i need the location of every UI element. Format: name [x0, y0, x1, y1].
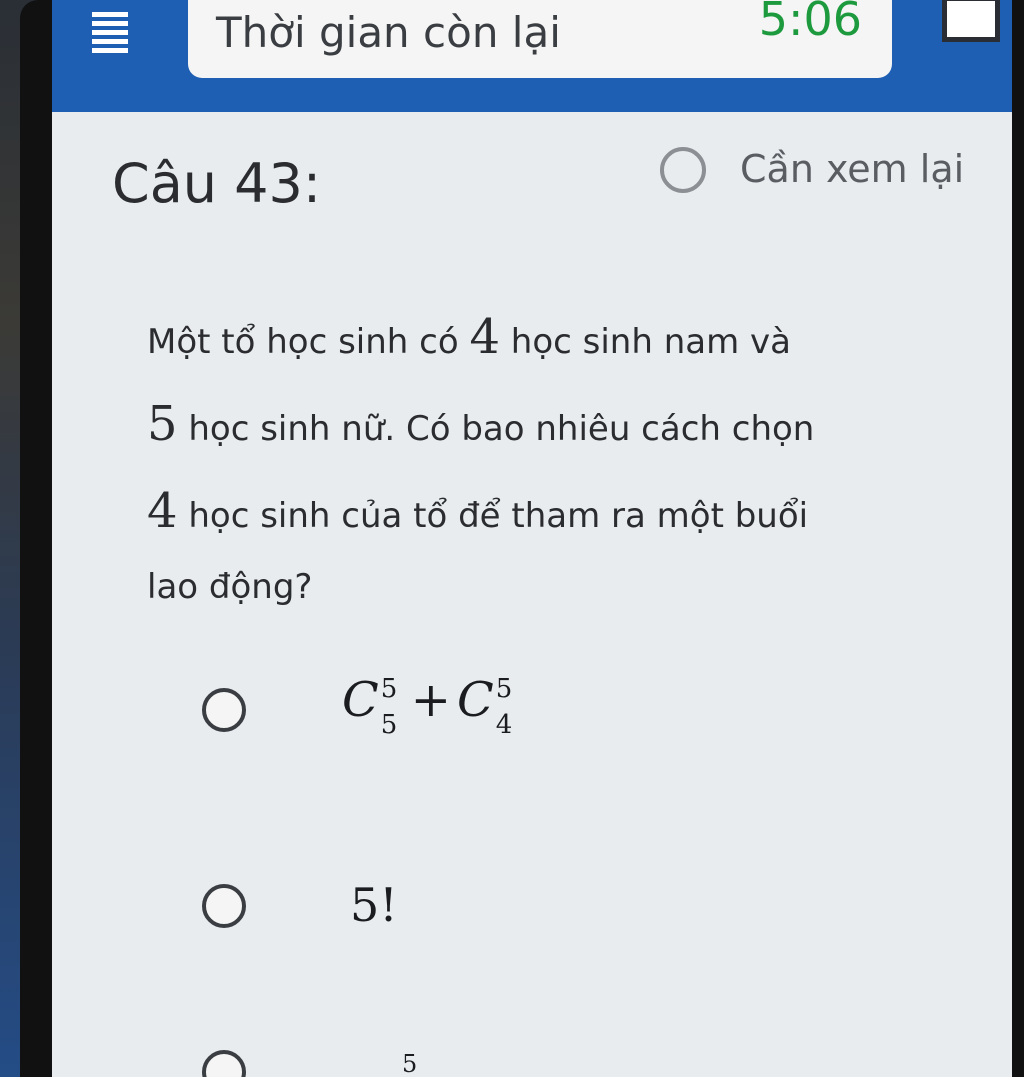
option-1-c2-sub: 4: [495, 709, 513, 740]
option-1-c1-sup: 5: [380, 673, 398, 704]
question-text-part4: học sinh của tổ để tham ra một buổi: [177, 496, 809, 536]
review-label: Cần xem lại: [740, 147, 965, 191]
timer-box: Thời gian còn lại 5:06: [188, 0, 892, 78]
option-1-c1: C: [342, 672, 379, 728]
question-num-girls: 5: [147, 396, 178, 452]
option-1-c1-sub: 5: [380, 709, 398, 740]
square-icon[interactable]: [942, 0, 1000, 42]
top-bar: Thời gian còn lại 5:06: [52, 0, 1012, 112]
question-num-choose: 4: [147, 483, 178, 539]
option-3-text: 5: [402, 1050, 418, 1077]
question-text: Một tổ học sinh có 4 học sinh nam và 5 h…: [147, 296, 967, 617]
phone-screen: Thời gian còn lại 5:06 Câu 43: Cần xem l…: [52, 0, 1012, 1077]
option-1-plus: +: [410, 672, 451, 728]
option-1-c2: C: [456, 672, 494, 728]
option-2-text: 5!: [350, 878, 398, 932]
question-text-part1: Một tổ học sinh có: [147, 322, 470, 362]
question-text-part3: học sinh nữ. Có bao nhiêu cách chọn: [177, 409, 815, 449]
option-2-radio[interactable]: [202, 884, 246, 928]
option-1-c2-sup: 5: [495, 673, 513, 704]
review-radio-icon[interactable]: [660, 147, 706, 193]
option-3-radio[interactable]: [202, 1050, 246, 1077]
menu-icon[interactable]: [92, 8, 136, 58]
option-1-formula: C 5 5 + C 5 4: [342, 672, 520, 740]
question-title: Câu 43:: [112, 152, 322, 215]
question-text-part5: lao động?: [147, 567, 313, 607]
timer-value: 5:06: [758, 0, 862, 46]
option-1-radio[interactable]: [202, 688, 246, 732]
timer-label: Thời gian còn lại: [216, 8, 561, 57]
question-num-boys: 4: [469, 309, 500, 365]
question-text-part2: học sinh nam và: [499, 322, 791, 362]
